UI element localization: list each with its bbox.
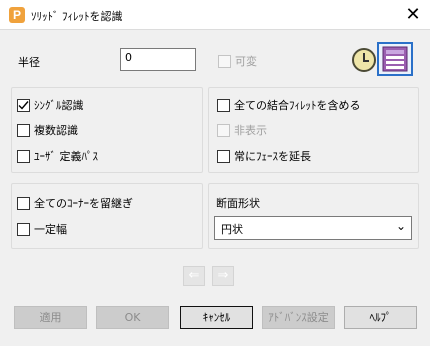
single-recognition-box[interactable] <box>17 98 30 112</box>
multiple-recognition-label: 複数認識 <box>34 124 78 137</box>
section-label: 断面形状 <box>216 197 260 210</box>
cancel-button[interactable]: ｷｬﾝｾﾙ <box>180 306 253 329</box>
display-settings-icon <box>382 46 408 72</box>
apply-button[interactable]: 適用 <box>14 306 87 329</box>
constant-width-box[interactable] <box>17 222 30 236</box>
hide-checkbox[interactable]: 非表示 <box>217 122 267 138</box>
window-title: ｿﾘｯﾄﾞ ﾌｨﾚｯﾄを認識 <box>31 10 123 23</box>
corners-group <box>11 183 203 249</box>
section-shape-select[interactable]: 円状 ⌄ <box>214 216 412 240</box>
check-icon <box>18 100 29 110</box>
ok-button[interactable]: OK <box>96 306 169 329</box>
title-bar: P ｿﾘｯﾄﾞ ﾌｨﾚｯﾄを認識 ✕ <box>0 0 430 30</box>
always-extend-face-label: 常にﾌｪｰｽを延長 <box>234 150 311 163</box>
include-all-joined-checkbox[interactable]: 全ての結合ﾌｨﾚｯﾄを含める <box>217 97 361 113</box>
variable-checkbox-box[interactable] <box>218 54 231 68</box>
user-defined-path-checkbox[interactable]: ﾕｰｻﾞ 定義ﾊﾟｽ <box>17 148 98 164</box>
prev-arrow-button[interactable]: ⇐ <box>183 266 205 286</box>
app-logo-icon: P <box>9 7 25 23</box>
include-all-joined-box[interactable] <box>217 98 230 112</box>
clock-icon[interactable] <box>352 48 376 72</box>
keep-all-corners-box[interactable] <box>17 196 30 210</box>
radius-input[interactable]: 0 <box>120 48 196 71</box>
user-defined-path-label: ﾕｰｻﾞ 定義ﾊﾟｽ <box>34 150 98 163</box>
include-all-joined-label: 全ての結合ﾌｨﾚｯﾄを含める <box>234 99 361 112</box>
display-settings-button[interactable] <box>377 42 413 76</box>
radius-label: 半径 <box>18 56 40 69</box>
next-arrow-button[interactable]: ⇒ <box>212 266 234 286</box>
multiple-recognition-checkbox[interactable]: 複数認識 <box>17 122 78 138</box>
advanced-settings-button[interactable]: ｱﾄﾞﾊﾞﾝｽ設定 <box>262 306 335 329</box>
help-button[interactable]: ﾍﾙﾌﾟ <box>344 306 417 329</box>
always-extend-face-box[interactable] <box>217 149 230 163</box>
user-defined-path-box[interactable] <box>17 149 30 163</box>
keep-all-corners-label: 全てのｺｰﾅｰを留継ぎ <box>34 197 133 210</box>
hide-box[interactable] <box>217 123 230 137</box>
multiple-recognition-box[interactable] <box>17 123 30 137</box>
always-extend-face-checkbox[interactable]: 常にﾌｪｰｽを延長 <box>217 148 311 164</box>
keep-all-corners-checkbox[interactable]: 全てのｺｰﾅｰを留継ぎ <box>17 195 133 211</box>
variable-checkbox[interactable]: 可変 <box>218 53 257 69</box>
constant-width-label: 一定幅 <box>34 223 67 236</box>
single-recognition-checkbox[interactable]: ｼﾝｸﾞﾙ認識 <box>17 97 84 113</box>
chevron-down-icon: ⌄ <box>395 219 406 233</box>
hide-label: 非表示 <box>234 124 267 137</box>
section-shape-value: 円状 <box>221 223 243 236</box>
constant-width-checkbox[interactable]: 一定幅 <box>17 221 67 237</box>
close-button[interactable]: ✕ <box>396 0 430 30</box>
single-recognition-label: ｼﾝｸﾞﾙ認識 <box>34 99 84 112</box>
variable-label: 可変 <box>235 55 257 68</box>
